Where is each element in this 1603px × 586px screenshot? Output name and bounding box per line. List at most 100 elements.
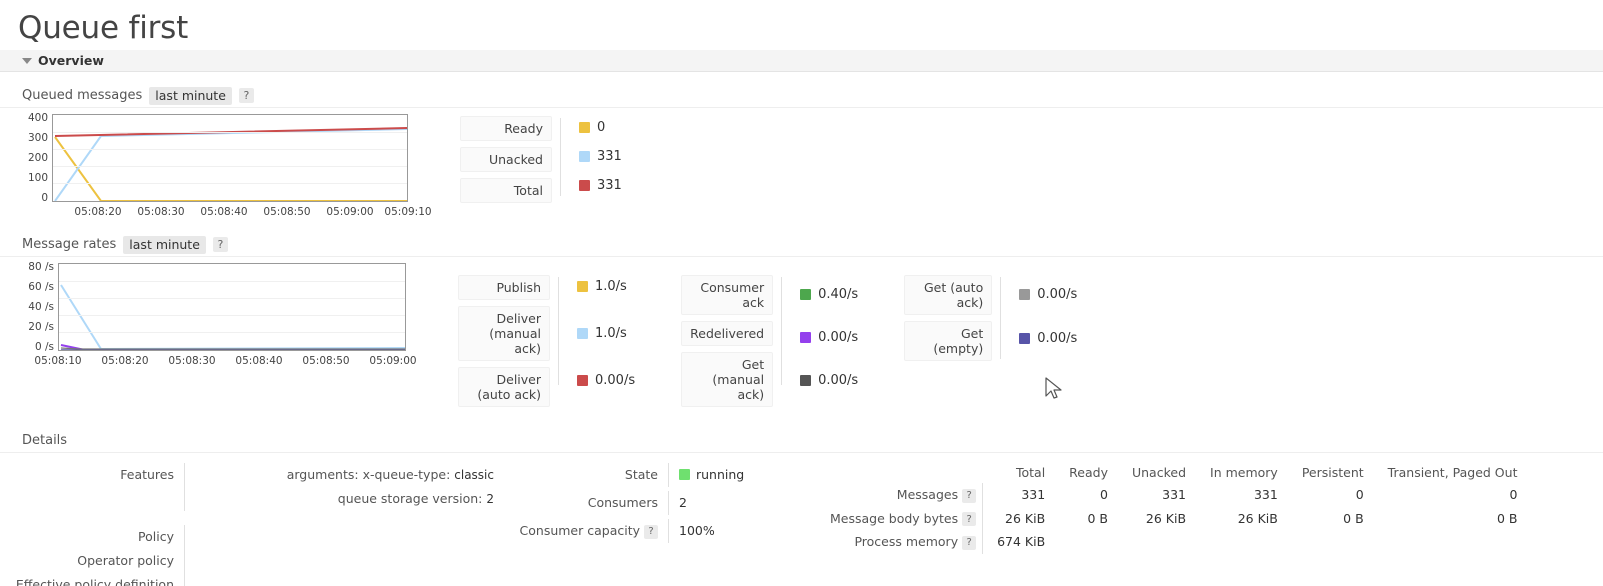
x-tick: 05:08:30 [168, 355, 216, 367]
legend-divider [781, 277, 783, 385]
queued-messages-period-badge[interactable]: last minute [149, 86, 232, 105]
messages-help-icon[interactable]: ? [962, 488, 977, 503]
details-row-operator-policy: Operator policy [14, 549, 494, 573]
stats-col-in-memory: In memory [1210, 465, 1278, 480]
queued-messages-help-icon[interactable]: ? [238, 88, 254, 103]
table-row: Messages? 331 0 331 331 0 0 [816, 483, 1527, 507]
details-label-state: State [624, 467, 658, 482]
details-label-spacer [14, 487, 184, 495]
section-header-overview[interactable]: Overview [0, 50, 1603, 72]
y-tick: 300 [27, 132, 48, 144]
message-rates-legend-group-1: Publish Deliver (manual ack) Deliver (au… [458, 275, 645, 407]
rates-values-2: 0.40/s 0.00/s 0.00/s [790, 275, 868, 392]
stats-cell: 331 [1162, 487, 1187, 503]
swatch-get-empty-icon [1019, 333, 1031, 344]
x-tick: 05:08:50 [263, 206, 311, 218]
queued-messages-chart-row: 0 100 200 300 400 05:08:20 05:08:30 05:0… [0, 112, 1603, 218]
legend-value-deliver-manual-ack: 1.0/s [567, 322, 645, 345]
table-row: Process memory? 674 KiB [816, 530, 1527, 554]
legend-value-unacked: 331 [569, 145, 632, 168]
legend-value-get-manual-ack: 0.00/s [790, 369, 868, 392]
x-tick: 05:09:00 [369, 355, 417, 367]
stats-cell: 331 [1253, 487, 1278, 503]
legend-key-consumer-ack: Consumer ack [681, 275, 774, 315]
swatch-redelivered-icon [800, 332, 812, 343]
stats-cell: 0 [1355, 487, 1364, 503]
message-body-bytes-help-icon[interactable]: ? [962, 512, 977, 526]
queued-messages-series [54, 127, 407, 201]
message-rates-period-badge[interactable]: last minute [123, 235, 206, 254]
legend-value-total: 331 [569, 174, 632, 197]
queued-messages-header: Queued messages last minute ? [0, 84, 1603, 108]
stats-cell: 331 [982, 483, 1056, 507]
chevron-down-icon[interactable] [22, 58, 32, 64]
legend-key-get-empty: Get (empty) [904, 321, 993, 361]
state-text: running [696, 467, 745, 482]
table-row: Message body bytes? 26 KiB 0 B 26 KiB 26… [816, 506, 1527, 530]
details-label-operator-policy: Operator policy [77, 553, 174, 568]
details-value-state: running [668, 463, 788, 487]
queue-detail-page: Queue first Overview Queued messages las… [0, 10, 1603, 586]
stats-cell: 0 [1509, 487, 1518, 503]
details-value-consumers: 2 [668, 491, 788, 515]
details-header: Details [0, 429, 1603, 453]
legend-value-consumer-ack-text: 0.40/s [818, 287, 859, 302]
consumer-capacity-help-icon[interactable]: ? [644, 524, 658, 539]
message-rates-legend-group-3: Get (auto ack) Get (empty) 0.00/s 0.00/s [904, 275, 1087, 361]
details-label-policy: Policy [138, 529, 174, 544]
swatch-ready-icon [579, 122, 590, 133]
storage-version-value: 2 [486, 492, 494, 506]
queued-messages-chart: 0 100 200 300 400 05:08:20 05:08:30 05:0… [14, 112, 434, 218]
stats-cell: 0 B [1087, 510, 1108, 526]
message-rates-help-icon[interactable]: ? [212, 237, 228, 252]
queued-messages-legend-keys: Ready Unacked Total [460, 116, 552, 203]
legend-value-get-manual-ack-text: 0.00/s [818, 373, 859, 388]
swatch-consumer-ack-icon [800, 289, 812, 300]
legend-value-publish: 1.0/s [567, 275, 645, 298]
details-heading: Details [22, 433, 68, 448]
storage-version-label: queue storage version: [337, 491, 483, 506]
stats-cell: 0 B [1496, 510, 1518, 526]
swatch-get-manual-ack-icon [800, 375, 812, 386]
state-running-icon [679, 469, 690, 480]
stats-cell: 26 KiB [1237, 510, 1278, 526]
details-row-features: Features arguments: x-queue-type: classi… [14, 463, 494, 487]
swatch-unacked-icon [579, 151, 590, 162]
legend-key-redelivered: Redelivered [681, 321, 774, 346]
queued-messages-legend-values: 0 331 331 [569, 116, 632, 197]
y-tick: 60 /s [28, 281, 54, 293]
process-memory-help-icon[interactable]: ? [962, 535, 977, 550]
legend-key-get-manual-ack: Get (manual ack) [681, 352, 774, 407]
y-tick: 20 /s [28, 321, 54, 333]
y-tick: 0 [41, 192, 48, 204]
rates-keys-3: Get (auto ack) Get (empty) [904, 275, 993, 361]
legend-value-ready-text: 0 [597, 120, 606, 135]
details-value-storage-version: queue storage version: 2 [184, 487, 494, 511]
y-tick: 200 [27, 152, 48, 164]
legend-value-deliver-auto-ack-text: 0.00/s [595, 373, 636, 388]
legend-divider [560, 118, 561, 196]
details-row-storage-version: queue storage version: 2 [14, 487, 494, 511]
rates-keys-1: Publish Deliver (manual ack) Deliver (au… [458, 275, 550, 407]
legend-key-unacked: Unacked [460, 147, 552, 172]
message-body-bytes-label: Message body bytes [830, 510, 959, 526]
details-body: Features arguments: x-queue-type: classi… [0, 463, 1603, 586]
y-tick: 100 [27, 172, 48, 184]
legend-value-redelivered: 0.00/s [790, 326, 868, 349]
details-label-effective-policy: Effective policy definition [15, 577, 174, 586]
arguments-label: arguments: [286, 467, 359, 482]
x-tick: 05:08:40 [200, 206, 248, 218]
message-rates-label: Message rates [22, 237, 117, 252]
legend-divider [558, 277, 559, 385]
legend-value-unacked-text: 331 [597, 149, 622, 164]
messages-label: Messages [896, 487, 959, 502]
page-title: Queue first [18, 10, 189, 46]
queued-messages-legend: Ready Unacked Total 0 331 331 [460, 116, 632, 203]
x-tick: 05:09:00 [326, 206, 374, 218]
stats-row-label-messages: Messages? [816, 483, 983, 507]
stats-cell: 26 KiB [982, 506, 1056, 530]
details-row-policy: Policy [14, 525, 494, 549]
details-value-features-arguments: arguments: x-queue-type: classic [184, 463, 494, 487]
consumer-capacity-label: Consumer capacity [519, 523, 640, 538]
stats-cell [1118, 530, 1196, 554]
